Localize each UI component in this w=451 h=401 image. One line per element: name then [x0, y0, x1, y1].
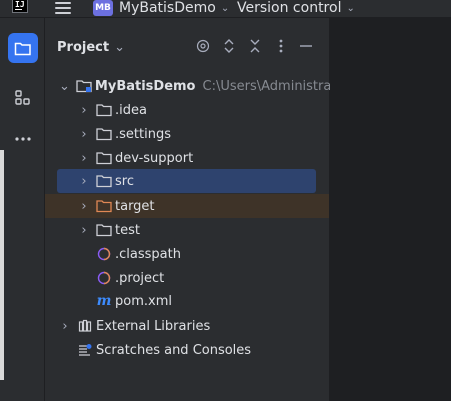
folder-icon: [96, 150, 112, 166]
tree-item-label: MyBatisDemo: [94, 78, 196, 94]
tree-item-label: External Libraries: [96, 318, 211, 334]
project-name: MyBatisDemo: [119, 0, 216, 16]
folder-icon: [96, 222, 112, 238]
folder-icon: [96, 126, 112, 142]
version-control-label: Version control: [237, 0, 342, 16]
tree-item-label: dev-support: [115, 150, 194, 166]
tree-scratches-consoles[interactable]: Scratches and Consoles: [45, 338, 329, 362]
folder-icon: [96, 102, 112, 118]
scratches-icon: [77, 342, 93, 358]
more-tools-button[interactable]: [8, 124, 38, 154]
chevron-down-icon: ⌄: [346, 2, 355, 14]
tree-item-label: .idea: [115, 102, 147, 118]
tree-file-classpath[interactable]: .classpath: [45, 242, 329, 266]
module-folder-icon: [76, 78, 92, 94]
tree-folder-target[interactable]: › target: [45, 194, 329, 218]
tree-folder-src[interactable]: › src: [57, 169, 316, 193]
version-control-menu[interactable]: Version control ⌄: [237, 0, 355, 16]
folder-icon: [14, 42, 31, 55]
chevron-down-icon: ⌄: [114, 40, 125, 55]
chevron-right-icon[interactable]: ›: [78, 223, 90, 238]
tree-item-label: src: [115, 173, 134, 189]
maven-icon: m: [96, 293, 112, 309]
tree-item-label: test: [115, 222, 140, 238]
chevron-right-icon[interactable]: ›: [78, 127, 90, 142]
chevron-expanded-icon[interactable]: ⌄: [59, 79, 70, 94]
intellij-logo: IJ: [12, 0, 28, 13]
options-icon[interactable]: [273, 38, 289, 54]
tree-folder-idea[interactable]: › .idea: [45, 98, 329, 122]
panel-title: Project: [57, 40, 110, 55]
collapse-all-icon[interactable]: [247, 38, 263, 54]
structure-icon: [15, 90, 30, 105]
tool-window-bar: [0, 18, 45, 401]
chevron-right-icon[interactable]: ›: [78, 199, 90, 214]
excluded-folder-icon: [96, 198, 112, 214]
tree-external-libraries[interactable]: › External Libraries: [45, 314, 329, 338]
editor-area: [330, 18, 451, 401]
project-switcher[interactable]: MB MyBatisDemo ⌄: [93, 0, 229, 16]
tree-item-label: Scratches and Consoles: [96, 342, 252, 358]
tree-file-project[interactable]: .project: [45, 266, 329, 290]
chevron-right-icon[interactable]: ›: [78, 151, 90, 166]
tree-folder-settings[interactable]: › .settings: [45, 122, 329, 146]
tree-item-label: .project: [115, 270, 165, 286]
eclipse-file-icon: [96, 270, 112, 286]
hide-panel-icon[interactable]: [298, 38, 314, 54]
tree-item-label: .classpath: [115, 246, 181, 262]
tree-root-mybatisdemo[interactable]: ⌄ MyBatisDemo C:\Users\Administrato: [45, 74, 344, 98]
tree-item-label: .settings: [115, 126, 171, 142]
project-tool-button[interactable]: [8, 33, 38, 63]
chevron-right-icon[interactable]: ›: [59, 319, 71, 334]
project-view-selector[interactable]: Project ⌄: [57, 40, 125, 55]
tree-item-label: pom.xml: [115, 293, 172, 309]
more-dots-icon: [15, 137, 31, 141]
select-opened-file-icon[interactable]: [195, 38, 211, 54]
project-badge: MB: [93, 0, 113, 16]
tree-item-label: target: [115, 198, 155, 214]
tree-folder-test[interactable]: › test: [45, 218, 329, 242]
eclipse-file-icon: [96, 246, 112, 262]
title-bar: IJ MB MyBatisDemo ⌄ Version control ⌄: [0, 0, 451, 18]
structure-tool-button[interactable]: [8, 83, 38, 113]
chevron-right-icon[interactable]: ›: [78, 103, 90, 118]
tree-file-pom[interactable]: m pom.xml: [45, 289, 329, 313]
expand-all-icon[interactable]: [221, 38, 237, 54]
tree-folder-dev-support[interactable]: › dev-support: [45, 146, 329, 170]
chevron-down-icon: ⌄: [220, 2, 230, 14]
project-path: C:\Users\Administrato: [202, 78, 345, 94]
project-panel: Project ⌄ ⌄ MyBatisDemo C:\Users\Adminis…: [45, 18, 344, 401]
main-menu-icon[interactable]: [55, 2, 71, 14]
library-icon: [77, 318, 93, 334]
folder-icon: [96, 173, 112, 189]
chevron-right-icon[interactable]: ›: [78, 174, 90, 189]
